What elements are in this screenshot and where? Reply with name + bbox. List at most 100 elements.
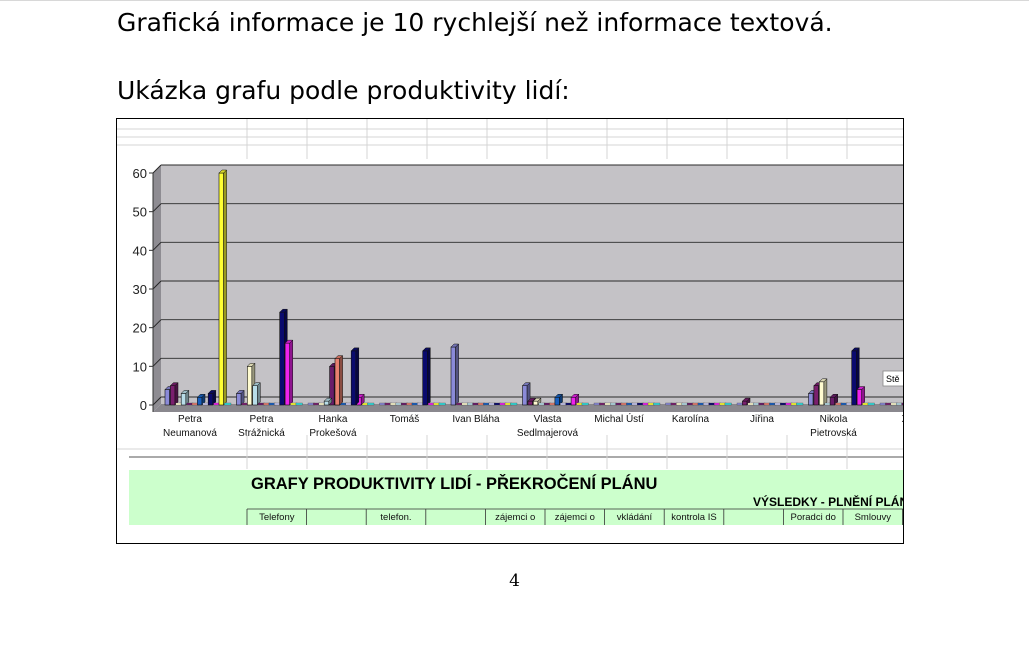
chart-bar: [218, 169, 228, 406]
bar-zero: [653, 402, 661, 406]
bar-zero: [438, 402, 446, 406]
bar-front: [279, 311, 285, 406]
bar-front: [554, 396, 560, 406]
bar-side: [355, 347, 360, 406]
chart-bar: [169, 382, 179, 406]
chart-bar: [350, 347, 360, 406]
column-header: telefon.: [380, 512, 411, 523]
x-tick-label-line: Vlasta: [534, 414, 562, 425]
chart-bar: [901, 402, 903, 406]
bar-side: [289, 339, 293, 406]
bar-side: [427, 347, 431, 406]
chart-bar: [510, 402, 518, 406]
bar-front: [207, 393, 214, 406]
bar-zero: [367, 402, 375, 406]
bar-front: [808, 393, 814, 406]
column-header: zájemci o: [555, 512, 595, 523]
chart-caption: Ukázka grafu podle produktivity lidí:: [117, 76, 570, 105]
x-tick-label: Tomáš: [390, 414, 419, 425]
bar-front: [527, 400, 533, 406]
bar-front: [856, 389, 862, 406]
x-tick-label-line: Nikola: [820, 414, 848, 425]
bar-side: [455, 343, 459, 406]
plot-side-wall: [153, 165, 161, 412]
sheet-title: GRAFY PRODUKTIVITY LIDÍ - PŘEKROČENÍ PLÁ…: [251, 474, 657, 493]
x-tick-label-line: Sedlmajerová: [517, 428, 579, 439]
page-number: 4: [509, 571, 520, 591]
y-tick-label: 10: [133, 359, 147, 374]
sheet-grid-top: [117, 119, 903, 159]
y-tick-label: 50: [133, 205, 147, 220]
x-tick-label-line: Pietrovská: [810, 428, 857, 439]
bar-front: [851, 350, 857, 406]
sheet-subtitle: VÝSLEDKY - PLNĚNÍ PLÁN: [753, 494, 903, 509]
bar-side: [339, 354, 343, 406]
plot-back-wall: [161, 165, 903, 404]
x-tick-label-line: Petra: [250, 414, 274, 425]
bar-zero: [581, 402, 589, 406]
column-header: Telefony: [259, 512, 295, 523]
legend-fragment-text: Stě: [886, 374, 900, 384]
x-tick-label-line: Petra: [178, 414, 202, 425]
bar-front: [522, 385, 528, 406]
x-tick-label: Hanka Prokešová: [309, 414, 357, 439]
bar-front: [236, 393, 242, 406]
x-tick-label: Ivan Bláha: [452, 414, 500, 425]
chart-bar: [450, 343, 460, 406]
bar-front: [252, 385, 258, 406]
column-header: Smlouvy: [855, 512, 892, 523]
y-tick-label: 30: [133, 282, 147, 297]
bar-front: [197, 396, 203, 406]
chart-bar: [867, 402, 875, 406]
chart-bar: [235, 389, 245, 406]
bar-zero: [724, 402, 732, 406]
intro-sentence: Grafická informace je 10 rychlejší než i…: [117, 8, 833, 37]
bar-front: [247, 366, 253, 406]
chart-bar: [724, 402, 732, 406]
column-header: Poradci do: [790, 512, 835, 523]
chart-bar: [438, 402, 446, 406]
chart-bar: [295, 402, 303, 406]
y-tick-label: 60: [133, 166, 147, 181]
chart-bar: [252, 382, 261, 406]
bar-front: [742, 400, 748, 406]
bar-front: [450, 346, 456, 406]
page-top-rule: [0, 0, 1029, 1]
x-axis-labels: Petra Neumanová Petra Strážnická Hanka Prokeš…: [163, 412, 903, 439]
bar-front: [180, 393, 187, 406]
x-tick-label: Petra Strážnická: [238, 414, 285, 439]
bar-zero: [867, 402, 875, 406]
y-tick-label: 20: [133, 321, 147, 336]
chart-bar: [367, 402, 375, 406]
bar-front: [164, 389, 170, 406]
x-tick-label: Karolína: [672, 414, 710, 425]
bar-zero: [796, 402, 804, 406]
x-tick-label-line: Karolína: [672, 414, 710, 425]
column-header: kontrola IS: [671, 512, 716, 523]
bar-front: [334, 358, 340, 406]
x-tick-label-line: Neumanová: [163, 428, 217, 439]
bar-front: [170, 385, 176, 406]
x-tick-label-line: X: [902, 414, 903, 425]
bar-front: [323, 400, 330, 406]
column-header: zájemci o: [495, 512, 535, 523]
bar-zero: [224, 402, 232, 406]
chart-bar: [818, 378, 828, 406]
x-tick-label: Nikola Pietrovská: [810, 414, 857, 439]
x-tick-label-line: Tomáš: [390, 414, 419, 425]
chart-bar: [180, 389, 190, 406]
y-tick-label: 40: [133, 243, 147, 258]
x-tick-label: X: [902, 414, 903, 425]
chart-bar: [796, 402, 804, 406]
chart-bar: [653, 402, 661, 406]
bar-front: [218, 172, 224, 406]
spreadsheet-chart-svg: 0 10 20 30 40 50 60 Petra Neumanová Petra Strážni…: [117, 119, 903, 525]
chart-bar: [284, 339, 294, 406]
chart-bar: [224, 402, 232, 406]
x-tick-label-line: Prokešová: [309, 428, 357, 439]
bar-side: [257, 382, 261, 406]
y-axis: 0 10 20 30 40 50 60: [133, 166, 154, 413]
bar-side: [823, 378, 828, 406]
x-tick-label-line: Ivan Bláha: [452, 414, 500, 425]
x-tick-label: Vlasta Sedlmajerová: [517, 414, 579, 439]
